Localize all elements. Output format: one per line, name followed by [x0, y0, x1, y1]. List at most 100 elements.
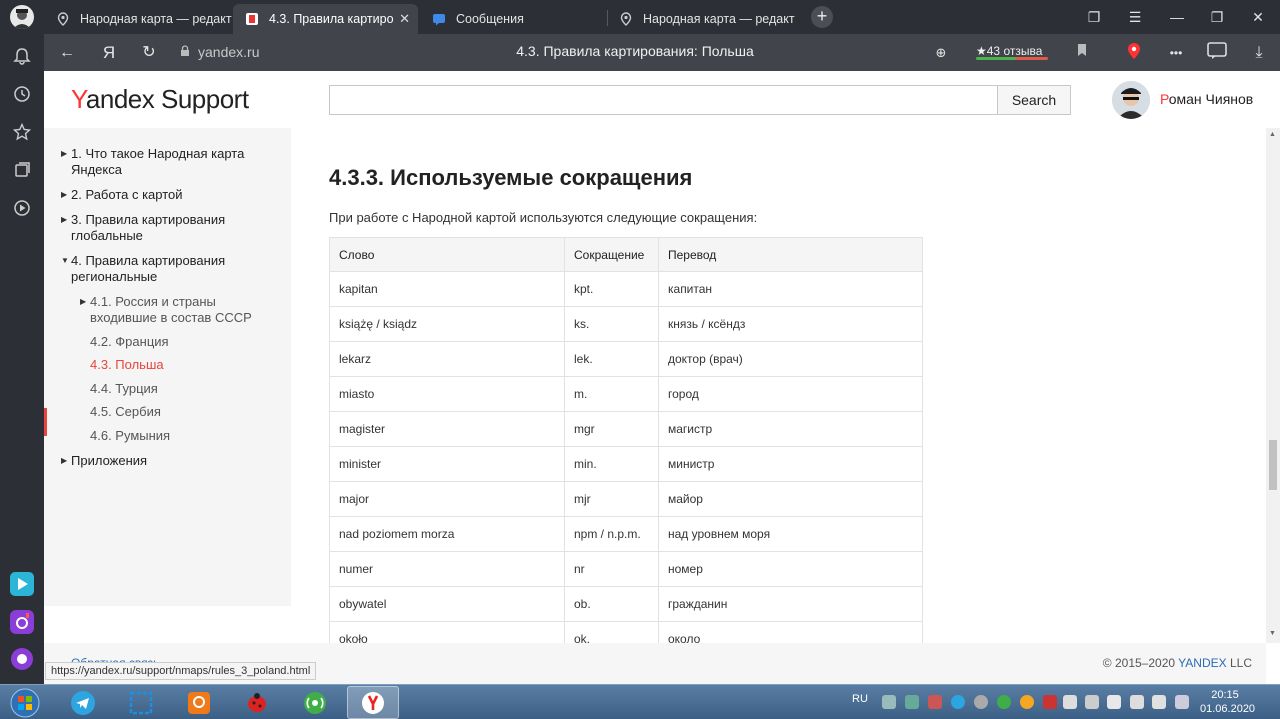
cell-abbreviation: mgr	[564, 411, 659, 447]
tab-narodnaya-karta-1[interactable]: Народная карта — редакт	[44, 4, 232, 34]
tab-soobshcheniya[interactable]: Сообщения	[420, 4, 605, 34]
cell-word: nad poziomem morza	[329, 516, 565, 552]
nav-item-turkey[interactable]: 4.4. Турция	[90, 381, 158, 397]
cell-translation: гражданин	[658, 586, 923, 622]
keyboard-language[interactable]: RU	[852, 693, 868, 705]
cell-word: lekarz	[329, 341, 565, 377]
column-header-word: Слово	[329, 237, 565, 272]
start-button[interactable]	[4, 687, 46, 718]
bookmark-icon[interactable]	[1071, 42, 1093, 64]
chevron-right-icon: ▶	[61, 456, 68, 465]
scrollbar-thumb[interactable]	[1269, 440, 1277, 490]
table-row: obywatel ob. гражданин	[329, 586, 923, 622]
cell-word: miasto	[329, 376, 565, 412]
more-icon[interactable]: •••	[1165, 42, 1187, 64]
tray-app-icon[interactable]	[1020, 695, 1034, 709]
collections-icon[interactable]	[10, 158, 34, 182]
nav-item-romania[interactable]: 4.6. Румыния	[90, 428, 170, 444]
table-row: lekarz lek. доктор (врач)	[329, 341, 923, 377]
tray-app-icon[interactable]	[882, 695, 896, 709]
nav-item-label: 4.2. Франция	[90, 334, 169, 349]
nav-item-appendices[interactable]: ▶ Приложения	[61, 453, 147, 469]
tray-display-icon[interactable]	[1130, 695, 1144, 709]
scroll-up-icon[interactable]: ▲	[1269, 131, 1276, 138]
play-circle-icon[interactable]	[10, 196, 34, 220]
cell-abbreviation: ks.	[564, 306, 659, 342]
yandex-home-icon[interactable]: Я	[98, 42, 120, 64]
nav-item-russia-ussr[interactable]: ▶ 4.1. Россия и страны входившие в соста…	[80, 294, 252, 326]
cell-abbreviation: kpt.	[564, 271, 659, 307]
restore-icon[interactable]: ❐	[1206, 6, 1228, 28]
cell-translation: министр	[658, 446, 923, 482]
tray-flag-icon[interactable]	[1063, 695, 1077, 709]
snipping-tool-taskbar-icon[interactable]	[115, 686, 167, 719]
new-tab-button[interactable]: +	[811, 6, 833, 28]
close-tab-icon[interactable]: ✕	[399, 11, 410, 27]
nav-item-label: 4. Правила картирования	[71, 253, 226, 268]
nav-item-global-rules[interactable]: ▶ 3. Правила картирования глобальные	[61, 212, 226, 244]
chat-icon[interactable]	[1206, 42, 1228, 64]
browser-profile-avatar[interactable]	[10, 5, 34, 29]
tray-notification-icon[interactable]	[1175, 695, 1189, 709]
yandex-company-link[interactable]: YANDEX	[1178, 656, 1226, 670]
url-field[interactable]: yandex.ru	[174, 41, 274, 63]
telegram-taskbar-icon[interactable]	[57, 686, 109, 719]
tab-title: Народная карта — редакт	[643, 12, 795, 26]
nav-item-label-line2: входившие в состав СССР	[90, 310, 252, 325]
reload-icon[interactable]: ↻	[138, 42, 160, 64]
tray-app-icon[interactable]	[1043, 695, 1057, 709]
star-icon[interactable]	[10, 120, 34, 144]
zen-app-icon[interactable]	[10, 572, 34, 596]
chevron-right-icon: ▶	[61, 190, 68, 199]
table-row: numer nr номер	[329, 551, 923, 587]
music-app-icon[interactable]	[10, 610, 34, 634]
nav-item-what-is-narodnaya-karta[interactable]: ▶ 1. Что такое Народная карта Яндекса	[61, 146, 244, 178]
tray-telegram-icon[interactable]	[951, 695, 965, 709]
chevron-right-icon: ▶	[80, 297, 87, 306]
nav-item-label: 4.3. Польша	[90, 357, 164, 372]
cell-word: kapitan	[329, 271, 565, 307]
search-input[interactable]	[329, 85, 998, 115]
menu-icon[interactable]: ☰	[1124, 6, 1146, 28]
nav-item-poland[interactable]: 4.3. Польша	[90, 357, 164, 373]
section-heading: 4.3.3. Используемые сокращения	[329, 165, 693, 190]
tray-app-icon[interactable]	[997, 695, 1011, 709]
back-arrow-icon[interactable]: ←	[56, 42, 78, 64]
yandex-browser-taskbar-icon[interactable]	[347, 686, 399, 719]
zoom-icon[interactable]: ⊕	[930, 42, 952, 64]
tray-device-icon[interactable]	[1085, 695, 1099, 709]
system-clock[interactable]: 20:15 01.06.2020	[1200, 688, 1255, 716]
close-window-icon[interactable]: ✕	[1247, 6, 1269, 28]
bell-icon[interactable]	[10, 44, 34, 68]
nav-item-france[interactable]: 4.2. Франция	[90, 334, 169, 350]
current-page-marker	[44, 408, 47, 436]
tab-narodnaya-karta-2[interactable]: Народная карта — редакт	[607, 4, 797, 34]
foxit-pdf-taskbar-icon[interactable]	[173, 686, 225, 719]
history-clock-icon[interactable]	[10, 82, 34, 106]
nav-item-map-work[interactable]: ▶ 2. Работа с картой	[61, 187, 183, 203]
yandex-support-logo[interactable]: Yandex Support	[71, 84, 249, 115]
tabs-list-icon[interactable]: ❐	[1083, 6, 1105, 28]
tray-app-icon[interactable]	[928, 695, 942, 709]
nav-item-regional-rules[interactable]: ▼ 4. Правила картирования региональные	[61, 253, 226, 285]
tab-pravila-kartirovaniya[interactable]: 4.3. Правила картирова ✕	[233, 4, 418, 34]
windows-taskbar: RU 20:15 01.06.2020	[0, 684, 1280, 719]
ladybug-app-taskbar-icon[interactable]	[231, 686, 283, 719]
tray-app-icon[interactable]	[974, 695, 988, 709]
download-icon[interactable]: ⤓	[1248, 42, 1270, 64]
nav-item-serbia[interactable]: 4.5. Сербия	[90, 404, 161, 420]
alice-assistant-icon[interactable]	[10, 647, 34, 671]
network-app-taskbar-icon[interactable]	[289, 686, 341, 719]
tray-network-icon[interactable]	[1107, 695, 1121, 709]
minimize-icon[interactable]: —	[1166, 6, 1188, 28]
nav-item-label: 3. Правила картирования	[71, 212, 226, 227]
search-button[interactable]: Search	[997, 85, 1071, 115]
scroll-down-icon[interactable]: ▼	[1269, 630, 1276, 637]
user-name[interactable]: Роман Чиянов	[1160, 91, 1253, 107]
tray-app-icon[interactable]	[905, 695, 919, 709]
page-scrollbar[interactable]: ▲ ▼	[1266, 128, 1280, 643]
tray-volume-icon[interactable]	[1152, 695, 1166, 709]
page-title: 4.3. Правила картирования: Польша	[516, 43, 754, 59]
user-avatar[interactable]	[1112, 81, 1150, 119]
location-pin-icon[interactable]	[1123, 42, 1145, 64]
